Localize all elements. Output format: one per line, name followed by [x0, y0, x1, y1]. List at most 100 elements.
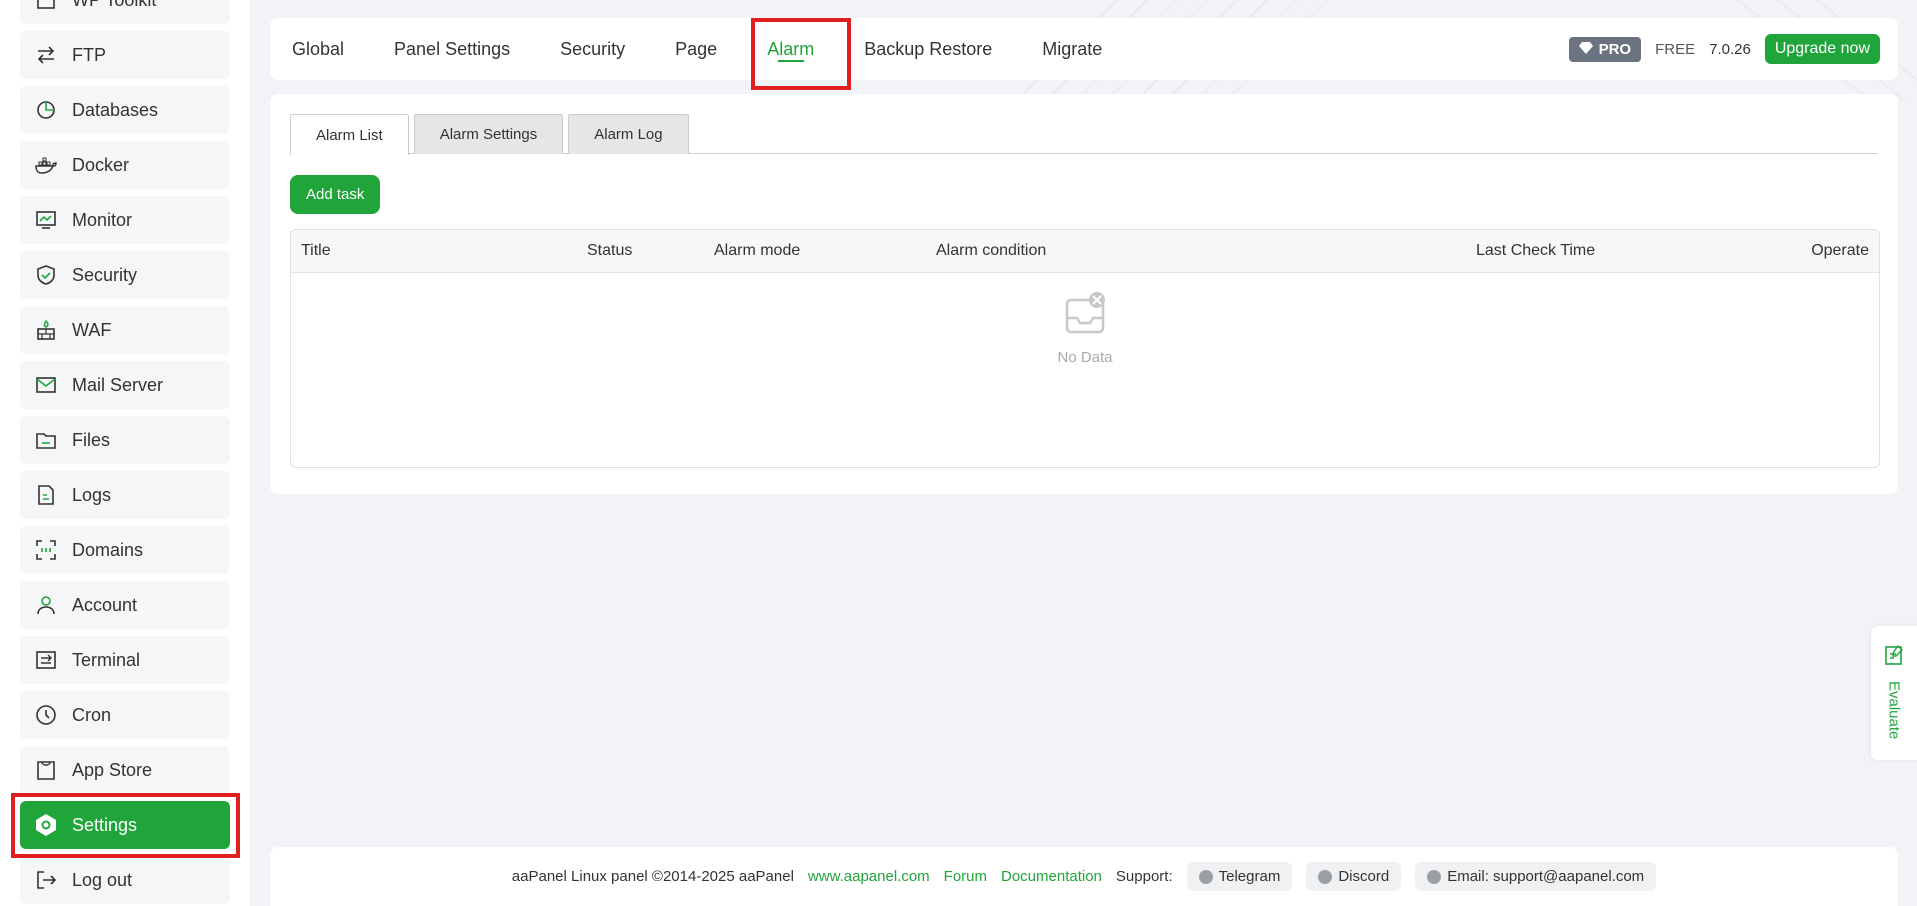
- edit-icon: [1883, 644, 1905, 671]
- telegram-link[interactable]: Telegram: [1186, 862, 1293, 891]
- sidebar-item-label: WAF: [72, 319, 112, 340]
- sidebar-item-docker[interactable]: Docker: [20, 141, 230, 189]
- no-data-icon: [1061, 292, 1109, 342]
- sidebar-item-label: WP Toolkit: [72, 0, 156, 11]
- free-label: FREE: [1655, 40, 1696, 58]
- sidebar-item-monitor[interactable]: Monitor: [20, 196, 230, 244]
- sidebar-item-databases[interactable]: Databases: [20, 86, 230, 134]
- transfer-icon: [34, 43, 58, 67]
- user-icon: [34, 593, 58, 617]
- settings-icon: [34, 813, 58, 837]
- tab-panel-settings[interactable]: Panel Settings: [369, 18, 535, 80]
- add-task-button[interactable]: Add task: [290, 175, 381, 214]
- sidebar-item-label: Monitor: [72, 209, 133, 230]
- column-alarm-mode[interactable]: Alarm mode: [714, 242, 800, 260]
- column-title[interactable]: Title: [301, 242, 331, 260]
- sidebar-item-account[interactable]: Account: [20, 581, 230, 629]
- sidebar-item-logout[interactable]: Log out: [20, 856, 230, 904]
- tab-migrate[interactable]: Migrate: [1017, 18, 1127, 80]
- database-icon: [34, 98, 58, 122]
- version-label: 7.0.26: [1709, 40, 1751, 58]
- telegram-label: Telegram: [1218, 868, 1281, 885]
- docker-icon: [34, 153, 58, 177]
- sidebar-item-logs[interactable]: Logs: [20, 471, 230, 519]
- sidebar-item-label: Account: [72, 594, 138, 615]
- sidebar-item-app-store[interactable]: App Store: [20, 746, 230, 794]
- sidebar-item-domains[interactable]: Domains: [20, 526, 230, 574]
- sidebar-item-label: FTP: [72, 44, 106, 65]
- sidebar-item-label: App Store: [72, 759, 153, 780]
- sidebar: WP Toolkit FTP Databases Docker Monitor …: [0, 0, 250, 906]
- alarm-subtabs: Alarm List Alarm Settings Alarm Log: [290, 114, 1878, 155]
- sidebar-item-terminal[interactable]: Terminal: [20, 636, 230, 684]
- store-icon: [34, 758, 58, 782]
- forum-link[interactable]: Forum: [944, 868, 987, 885]
- sidebar-item-files[interactable]: Files: [20, 416, 230, 464]
- alarm-table: Title Status Alarm mode Alarm condition …: [290, 229, 1880, 468]
- version-area: PRO FREE 7.0.26 Upgrade now: [1568, 34, 1880, 64]
- log-icon: [34, 483, 58, 507]
- mail-icon: [34, 373, 58, 397]
- domain-icon: [34, 538, 58, 562]
- sidebar-item-label: Mail Server: [72, 374, 164, 395]
- settings-top-nav: Global Panel Settings Security Page Alar…: [270, 18, 1898, 80]
- table-header: Title Status Alarm mode Alarm condition …: [291, 230, 1879, 273]
- wordpress-icon: [34, 0, 58, 12]
- email-link[interactable]: Email: support@aapanel.com: [1415, 862, 1657, 891]
- empty-state: No Data: [291, 290, 1879, 366]
- subtab-alarm-list[interactable]: Alarm List: [290, 114, 409, 155]
- discord-link[interactable]: Discord: [1306, 862, 1402, 891]
- telegram-icon: [1198, 869, 1213, 884]
- firewall-icon: [34, 318, 58, 342]
- upgrade-button[interactable]: Upgrade now: [1764, 34, 1880, 64]
- documentation-link[interactable]: Documentation: [1001, 868, 1102, 885]
- tab-alarm[interactable]: Alarm: [742, 18, 839, 80]
- terminal-icon: [34, 648, 58, 672]
- sidebar-item-label: Terminal: [72, 649, 141, 670]
- copyright-text: aaPanel Linux panel ©2014-2025 aaPanel: [511, 868, 794, 885]
- pro-label: PRO: [1598, 40, 1632, 58]
- tab-backup-restore[interactable]: Backup Restore: [839, 18, 1017, 80]
- column-operate[interactable]: Operate: [1811, 242, 1869, 260]
- sidebar-item-security[interactable]: Security: [20, 251, 230, 299]
- sidebar-item-ftp[interactable]: FTP: [20, 31, 230, 79]
- sidebar-item-wp-toolkit[interactable]: WP Toolkit: [20, 0, 230, 24]
- sidebar-item-label: Databases: [72, 99, 159, 120]
- subtab-alarm-settings[interactable]: Alarm Settings: [413, 114, 564, 154]
- sidebar-item-label: Domains: [72, 539, 144, 560]
- clock-icon: [34, 703, 58, 727]
- discord-label: Discord: [1338, 868, 1390, 885]
- sidebar-item-label: Log out: [72, 869, 133, 890]
- site-link[interactable]: www.aapanel.com: [808, 868, 930, 885]
- email-label: Email: support@aapanel.com: [1447, 868, 1645, 885]
- column-alarm-condition[interactable]: Alarm condition: [936, 242, 1046, 260]
- footer: aaPanel Linux panel ©2014-2025 aaPanel w…: [270, 847, 1898, 906]
- alarm-panel: Alarm List Alarm Settings Alarm Log Add …: [270, 94, 1898, 494]
- sidebar-item-label: Docker: [72, 154, 130, 175]
- discord-icon: [1318, 869, 1333, 884]
- evaluate-label: Evaluate: [1885, 681, 1903, 740]
- support-label: Support:: [1115, 868, 1173, 885]
- folder-icon: [34, 428, 58, 452]
- tab-security[interactable]: Security: [535, 18, 650, 80]
- tab-page[interactable]: Page: [650, 18, 742, 80]
- sidebar-item-waf[interactable]: WAF: [20, 306, 230, 354]
- tab-global[interactable]: Global: [270, 18, 369, 80]
- diamond-icon: [1578, 41, 1593, 58]
- sidebar-item-label: Cron: [72, 704, 112, 725]
- sidebar-item-label: Logs: [72, 484, 112, 505]
- subtab-alarm-log[interactable]: Alarm Log: [568, 114, 689, 154]
- pro-badge[interactable]: PRO: [1568, 36, 1642, 62]
- column-status[interactable]: Status: [587, 242, 632, 260]
- column-last-check-time[interactable]: Last Check Time: [1476, 242, 1595, 260]
- logout-icon: [34, 868, 58, 892]
- shield-icon: [34, 263, 58, 287]
- sidebar-item-settings[interactable]: Settings: [20, 801, 230, 849]
- sidebar-item-cron[interactable]: Cron: [20, 691, 230, 739]
- no-data-text: No Data: [1057, 349, 1113, 366]
- sidebar-item-label: Files: [72, 429, 111, 450]
- email-icon: [1427, 869, 1442, 884]
- sidebar-item-mail-server[interactable]: Mail Server: [20, 361, 230, 409]
- sidebar-item-label: Settings: [72, 814, 138, 835]
- evaluate-button[interactable]: Evaluate: [1871, 626, 1917, 760]
